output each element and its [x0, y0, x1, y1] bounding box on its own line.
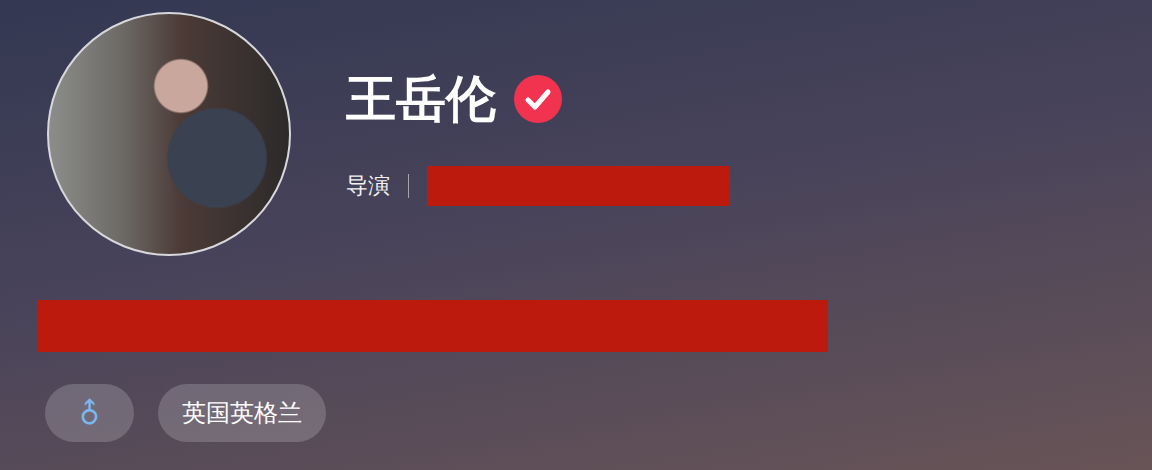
role-row: 导演: [346, 166, 729, 206]
role: 导演: [346, 171, 390, 201]
verified-icon: [514, 75, 562, 123]
name-row: 王岳伦: [346, 68, 729, 130]
profile-header: 王岳伦导演 ♂ 英国英格兰: [0, 0, 1152, 470]
avatar[interactable]: [47, 12, 291, 256]
male-icon: ♂: [69, 392, 110, 433]
divider: [408, 174, 409, 198]
profile-info: 王岳伦导演: [346, 12, 729, 206]
user-name: 王岳伦: [346, 68, 496, 130]
redaction: [427, 166, 729, 206]
profile-top: 王岳伦导演: [0, 12, 1152, 256]
redaction: [37, 300, 828, 352]
tag-row: ♂ 英国英格兰: [0, 384, 1152, 442]
location-tag: 英国英格兰: [158, 384, 326, 442]
bio-row: [0, 300, 1152, 352]
gender-tag: ♂: [45, 384, 134, 442]
